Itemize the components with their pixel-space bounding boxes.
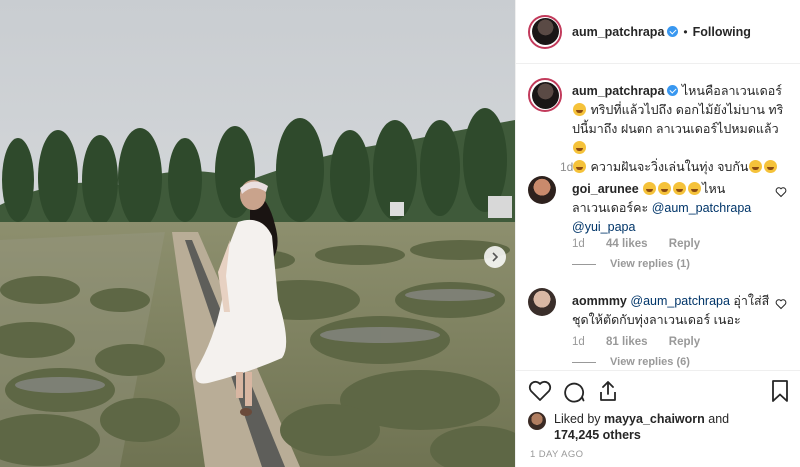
share-icon[interactable] [596,379,620,403]
comment-text: aommmy @aum_patchrapa อุ่าใส่สีชุดให้ตัด… [572,292,770,330]
mention-link[interactable]: @yui_papa [572,220,635,234]
laughing-emoji-icon [573,141,586,154]
next-photo-button[interactable] [484,246,506,268]
comment-icon[interactable] [562,379,586,403]
comment-meta: 1d 44 likes Reply [572,238,718,250]
liked-by-and: and [704,412,730,426]
comments-list[interactable]: aum_patchrapa ไหนคือลาเวนเดอร์ ทริปที่แล… [516,64,800,370]
likes-count[interactable]: 174,245 others [554,428,641,442]
comment-time[interactable]: 1d [572,336,585,348]
crying-emoji-icon [573,160,586,173]
comment-text: goi_arunee ไหนลาเวนเดอร์คะ @aum_patchrap… [572,180,770,237]
comment-meta: 1d 81 likes Reply [572,336,718,348]
comment-time[interactable]: 1d [572,238,585,250]
liked-by-row: Liked by mayya_chaiworn and 174,245 othe… [528,411,794,443]
chevron-right-icon [492,252,499,262]
heart-icon[interactable] [528,379,552,403]
commenter-username[interactable]: goi_arunee [572,182,639,196]
grin-emoji-icon [764,160,778,173]
reply-button[interactable]: Reply [669,238,700,250]
mention-link[interactable]: @aum_patchrapa [652,201,752,215]
author-username[interactable]: aum_patchrapa [572,25,664,39]
separator-dot: • [683,24,688,39]
mention-link[interactable]: @aum_patchrapa [630,294,730,308]
liked-by-prefix: Liked by [554,412,605,426]
commenter-avatar[interactable] [528,176,556,204]
liker-username[interactable]: mayya_chaiworn [604,412,705,426]
caption-username[interactable]: aum_patchrapa [572,84,664,98]
comment-likes[interactable]: 81 likes [606,336,648,348]
laughing-emoji-icon [643,182,657,195]
view-replies-button[interactable]: View replies (6) [572,356,690,368]
caption-line-1: ไหนคือลาเวนเดอร์ [678,84,782,98]
following-button[interactable]: Following [693,25,751,39]
lavender-field-photo [0,0,515,467]
liked-by-text: Liked by mayya_chaiworn and 174,245 othe… [554,411,794,443]
liker-avatar[interactable] [528,412,546,430]
commenter-avatar[interactable] [528,288,556,316]
avatar-image [531,81,559,109]
post-timestamp[interactable]: 1 DAY AGO [530,449,583,460]
post-side-panel: aum_patchrapa • Following aum_patchrapa … [515,0,800,467]
post-header: aum_patchrapa • Following [516,0,800,64]
post-actions: Liked by mayya_chaiworn and 174,245 othe… [516,370,800,467]
laughing-emoji-icon [688,182,702,195]
commenter-username[interactable]: aommmy [572,294,627,308]
caption-timestamp[interactable]: 1d [560,160,573,174]
verified-badge-icon [667,85,679,96]
caption-text: aum_patchrapa ไหนคือลาเวนเดอร์ ทริปที่แล… [572,82,786,177]
post-photo[interactable] [0,0,515,467]
verified-badge-icon [667,26,679,37]
heart-small-icon[interactable] [775,298,787,310]
reply-button[interactable]: Reply [669,336,700,348]
comment-likes[interactable]: 44 likes [606,238,648,250]
caption-line-3: ความฝันจะวิ่งเล่นในทุ่ง จบกัน [587,160,749,174]
avatar-image [531,18,559,45]
bookmark-icon[interactable] [768,379,792,403]
laughing-emoji-icon [658,182,672,195]
laughing-emoji-icon [673,182,687,195]
view-replies-button[interactable]: View replies (1) [572,258,690,270]
laughing-emoji-icon [573,103,586,116]
laughing-emoji-icon [749,160,763,173]
caption-line-2: ทริปที่แล้วไปถึง ดอกไม้ยังไม่บาน ทริปนี้… [572,103,784,136]
heart-small-icon[interactable] [775,186,787,198]
caption-author-avatar[interactable] [528,78,562,112]
author-avatar[interactable] [528,14,562,49]
